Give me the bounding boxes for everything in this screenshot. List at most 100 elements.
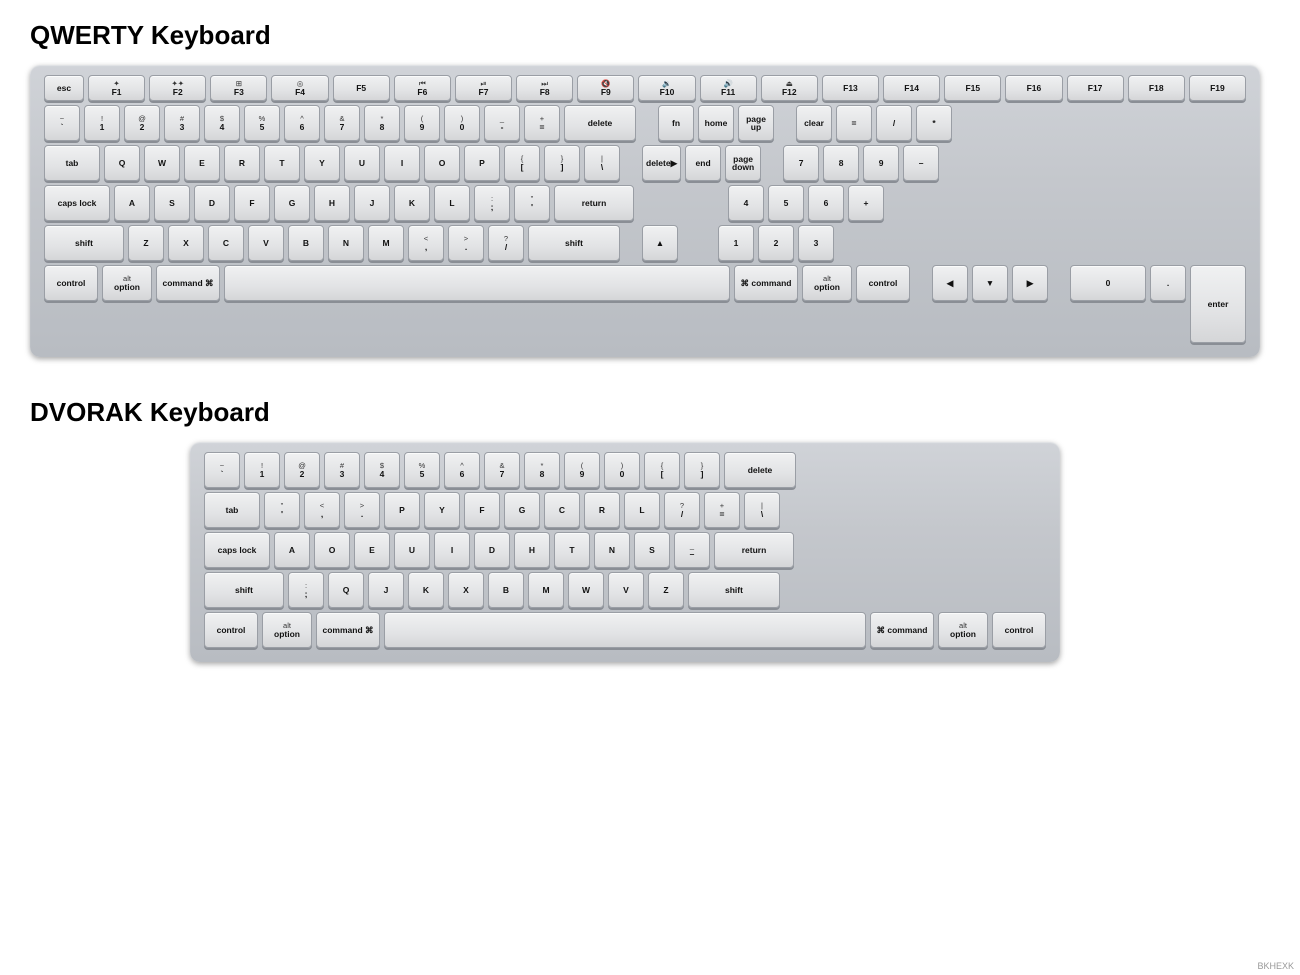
key-a[interactable]: A <box>114 185 150 221</box>
dv-key-s[interactable]: S <box>634 532 670 568</box>
dv-key-lshift[interactable]: shift <box>204 572 284 608</box>
dv-key-space[interactable] <box>384 612 866 648</box>
key-f11[interactable]: 🔊F11 <box>700 75 757 101</box>
key-f4[interactable]: ◎F4 <box>271 75 328 101</box>
key-lctrl[interactable]: control <box>44 265 98 301</box>
key-space[interactable] <box>224 265 730 301</box>
dv-key-l[interactable]: L <box>624 492 660 528</box>
key-5[interactable]: %5 <box>244 105 280 141</box>
dv-key-p[interactable]: P <box>384 492 420 528</box>
key-8[interactable]: *8 <box>364 105 400 141</box>
dv-key-0[interactable]: )0 <box>604 452 640 488</box>
key-u[interactable]: U <box>344 145 380 181</box>
key-f14[interactable]: F14 <box>883 75 940 101</box>
key-backslash[interactable]: |\ <box>584 145 620 181</box>
key-f19[interactable]: F19 <box>1189 75 1246 101</box>
dv-key-2[interactable]: @2 <box>284 452 320 488</box>
key-minus[interactable]: _- <box>484 105 520 141</box>
key-rctrl[interactable]: control <box>856 265 910 301</box>
dv-key-a[interactable]: A <box>274 532 310 568</box>
key-m[interactable]: M <box>368 225 404 261</box>
key-nummul[interactable]: * <box>916 105 952 141</box>
key-slash[interactable]: ?/ <box>488 225 524 261</box>
key-numclear[interactable]: clear <box>796 105 832 141</box>
key-rcmd[interactable]: ⌘ command <box>734 265 798 301</box>
dv-key-caps[interactable]: caps lock <box>204 532 270 568</box>
dv-key-g[interactable]: G <box>504 492 540 528</box>
dv-key-v[interactable]: V <box>608 572 644 608</box>
key-w[interactable]: W <box>144 145 180 181</box>
key-num0[interactable]: 0 <box>1070 265 1146 301</box>
key-lshift[interactable]: shift <box>44 225 124 261</box>
dv-key-b[interactable]: B <box>488 572 524 608</box>
dv-key-rshift[interactable]: shift <box>688 572 780 608</box>
key-home[interactable]: home <box>698 105 734 141</box>
key-num1[interactable]: 1 <box>718 225 754 261</box>
dv-key-pipe[interactable]: |\ <box>744 492 780 528</box>
dv-key-rcmd[interactable]: ⌘ command <box>870 612 934 648</box>
key-f6[interactable]: ⏮F6 <box>394 75 451 101</box>
dv-key-lt[interactable]: <, <box>304 492 340 528</box>
dv-key-tab[interactable]: tab <box>204 492 260 528</box>
dv-key-rbrace[interactable]: }] <box>684 452 720 488</box>
key-c[interactable]: C <box>208 225 244 261</box>
key-numequals[interactable]: = <box>836 105 872 141</box>
dv-key-semi[interactable]: :; <box>288 572 324 608</box>
dv-key-8[interactable]: *8 <box>524 452 560 488</box>
key-equals[interactable]: += <box>524 105 560 141</box>
key-f15[interactable]: F15 <box>944 75 1001 101</box>
dv-key-quote[interactable]: "' <box>264 492 300 528</box>
key-tilde[interactable]: ~` <box>44 105 80 141</box>
key-rbracket[interactable]: }] <box>544 145 580 181</box>
key-numminus[interactable]: – <box>903 145 939 181</box>
key-7[interactable]: &7 <box>324 105 360 141</box>
key-num7[interactable]: 7 <box>783 145 819 181</box>
key-f1[interactable]: ✦F1 <box>88 75 145 101</box>
key-numdot[interactable]: . <box>1150 265 1186 301</box>
key-num6[interactable]: 6 <box>808 185 844 221</box>
dv-key-w[interactable]: W <box>568 572 604 608</box>
key-num3[interactable]: 3 <box>798 225 834 261</box>
key-g[interactable]: G <box>274 185 310 221</box>
key-semicolon[interactable]: :; <box>474 185 510 221</box>
key-num8[interactable]: 8 <box>823 145 859 181</box>
key-numdiv[interactable]: / <box>876 105 912 141</box>
dv-key-3[interactable]: #3 <box>324 452 360 488</box>
dv-key-plus[interactable]: += <box>704 492 740 528</box>
key-k[interactable]: K <box>394 185 430 221</box>
key-f2[interactable]: ✦✦F2 <box>149 75 206 101</box>
key-2[interactable]: @2 <box>124 105 160 141</box>
key-f8[interactable]: ⏭F8 <box>516 75 573 101</box>
key-num9[interactable]: 9 <box>863 145 899 181</box>
key-3[interactable]: #3 <box>164 105 200 141</box>
dv-key-j[interactable]: J <box>368 572 404 608</box>
key-6[interactable]: ^6 <box>284 105 320 141</box>
key-up[interactable]: ▲ <box>642 225 678 261</box>
dv-key-6[interactable]: ^6 <box>444 452 480 488</box>
dv-key-x[interactable]: X <box>448 572 484 608</box>
key-l[interactable]: L <box>434 185 470 221</box>
key-o[interactable]: O <box>424 145 460 181</box>
key-f5[interactable]: F5 <box>333 75 390 101</box>
key-ralt[interactable]: altoption <box>802 265 852 301</box>
key-pageup[interactable]: page up <box>738 105 774 141</box>
dv-key-h[interactable]: H <box>514 532 550 568</box>
key-numenter[interactable]: enter <box>1190 265 1246 343</box>
dv-key-n[interactable]: N <box>594 532 630 568</box>
dv-key-slash[interactable]: ?/ <box>664 492 700 528</box>
key-num4[interactable]: 4 <box>728 185 764 221</box>
key-0[interactable]: )0 <box>444 105 480 141</box>
dv-key-minus[interactable]: _– <box>674 532 710 568</box>
key-num5[interactable]: 5 <box>768 185 804 221</box>
dv-key-delete[interactable]: delete <box>724 452 796 488</box>
dv-key-rctrl[interactable]: control <box>992 612 1046 648</box>
key-f9[interactable]: 🔇F9 <box>577 75 634 101</box>
dv-key-i[interactable]: I <box>434 532 470 568</box>
dv-key-return[interactable]: return <box>714 532 794 568</box>
key-left[interactable]: ◀ <box>932 265 968 301</box>
dv-key-gt[interactable]: >. <box>344 492 380 528</box>
key-f3[interactable]: ⊞F3 <box>210 75 267 101</box>
dv-key-r[interactable]: R <box>584 492 620 528</box>
key-f12[interactable]: ⏏F12 <box>761 75 818 101</box>
key-n[interactable]: N <box>328 225 364 261</box>
